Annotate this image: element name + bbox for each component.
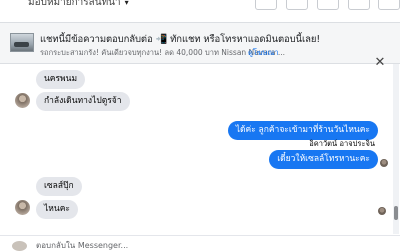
conversation-header: มอบหมายการสนทนา ▾ (0, 0, 400, 23)
assign-conversation-label: มอบหมายการสนทนา (28, 0, 121, 8)
thread-scrollbar[interactable] (393, 64, 399, 234)
assign-conversation-dropdown[interactable]: มอบหมายการสนทนา ▾ (28, 0, 129, 10)
message-bubble-incoming: ไหนคะ (36, 200, 78, 219)
customer-avatar (15, 200, 30, 215)
header-action-button-2[interactable] (286, 0, 308, 10)
sender-name: อิคาวัตน์ อาจประจิน (309, 139, 375, 148)
reply-composer (0, 235, 400, 251)
header-action-button-5[interactable] (378, 0, 400, 10)
ad-referral-banner: แชทนี้มีข้อความตอบกลับต่อ 📲 ทักแชท หรือโ… (0, 23, 400, 70)
ad-banner-title: แชทนี้มีข้อความตอบกลับต่อ 📲 ทักแชท หรือโ… (40, 34, 321, 45)
message-bubble-incoming: เซลส์ปุ๊ก (36, 177, 82, 196)
scrollbar-thumb[interactable] (394, 206, 398, 220)
header-action-button-4[interactable] (348, 0, 370, 10)
header-action-button-1[interactable] (255, 0, 277, 10)
message-thread[interactable]: นครพนม กำลังเดินทางไปตูรจ้า ได้ค่ะ ลูกค้… (0, 64, 392, 234)
message-bubble-incoming: กำลังเดินทางไปตูรจ้า (36, 92, 130, 111)
seen-avatar (378, 207, 386, 215)
ad-thumbnail-image (10, 33, 34, 52)
view-ad-link[interactable]: ดูโฆษณา (248, 47, 279, 59)
message-bubble-outgoing: เดี๋ยวให้เซลล์โทรหานะคะ (269, 150, 378, 169)
message-bubble-incoming: นครพนม (36, 70, 86, 89)
header-action-button-3[interactable] (317, 0, 339, 10)
customer-avatar (15, 93, 30, 108)
seen-avatar (380, 159, 388, 167)
reply-input[interactable] (36, 239, 286, 251)
chevron-down-icon: ▾ (124, 0, 129, 7)
